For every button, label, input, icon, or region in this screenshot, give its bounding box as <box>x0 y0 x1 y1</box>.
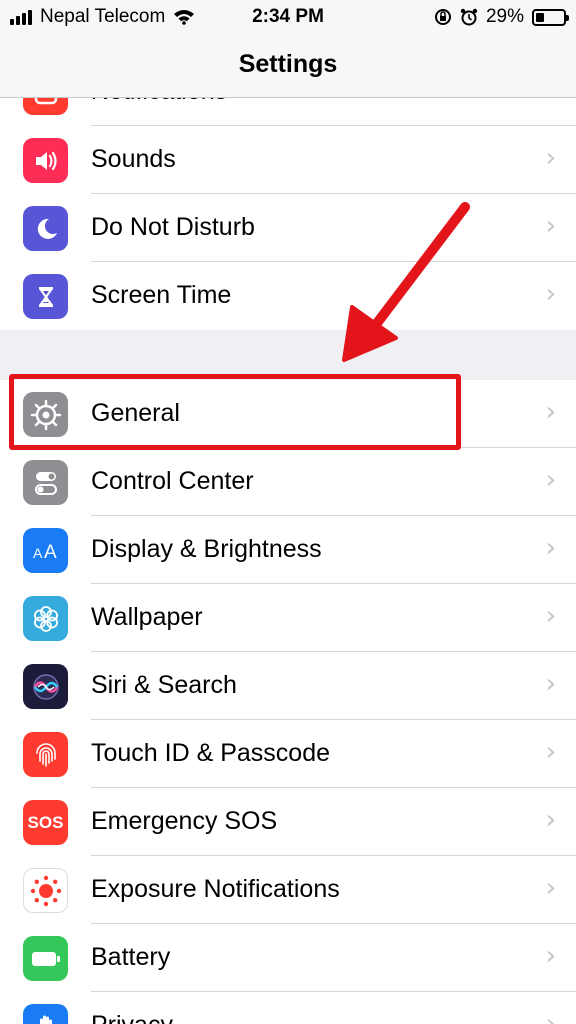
speaker-icon <box>23 138 68 183</box>
chevron-right-icon: › <box>545 211 556 241</box>
settings-row-siri-search[interactable]: Siri & Search › <box>0 652 576 720</box>
chevron-right-icon: › <box>545 397 556 427</box>
row-label: Control Center <box>91 467 254 495</box>
navigation-bar: Settings <box>0 34 576 98</box>
settings-row-do-not-disturb[interactable]: Do Not Disturb › <box>0 194 576 262</box>
settings-group-2: General › Control Center › A A Display &… <box>0 380 576 1024</box>
row-label: Touch ID & Passcode <box>91 739 331 767</box>
chevron-right-icon: › <box>545 465 556 495</box>
siri-icon <box>23 664 68 709</box>
row-label: Wallpaper <box>91 603 203 631</box>
chevron-right-icon: › <box>545 1009 556 1024</box>
row-label: Siri & Search <box>91 671 237 699</box>
settings-row-privacy[interactable]: Privacy › <box>0 992 576 1024</box>
sos-icon-text: SOS <box>27 812 64 832</box>
row-label: Battery <box>91 943 171 971</box>
chevron-right-icon: › <box>545 805 556 835</box>
general-highlight-box <box>9 374 461 450</box>
text-size-icon: A A <box>23 528 68 573</box>
carrier-name: Nepal Telecom <box>40 6 166 27</box>
row-label: Do Not Disturb <box>91 213 255 241</box>
row-label: Privacy <box>91 1011 173 1024</box>
status-left: Nepal Telecom <box>10 6 195 28</box>
row-label: Display & Brightness <box>91 535 322 563</box>
settings-row-wallpaper[interactable]: Wallpaper › <box>0 584 576 652</box>
settings-row-battery[interactable]: Battery › <box>0 924 576 992</box>
chevron-right-icon: › <box>545 601 556 631</box>
chevron-right-icon: › <box>545 143 556 173</box>
toggles-icon <box>23 460 68 505</box>
battery-level-icon <box>532 8 569 26</box>
chevron-right-icon: › <box>545 941 556 971</box>
chevron-right-icon: › <box>545 737 556 767</box>
hand-icon <box>23 1004 68 1024</box>
orientation-lock-icon <box>434 9 451 25</box>
status-bar: Nepal Telecom 2:34 PM 29% <box>0 0 576 34</box>
sos-icon: SOS <box>23 800 68 845</box>
settings-row-screen-time[interactable]: Screen Time › <box>0 262 576 330</box>
chevron-right-icon: › <box>545 279 556 309</box>
page-title: Settings <box>238 50 338 78</box>
flower-icon <box>23 596 68 641</box>
row-label: Exposure Notifications <box>91 875 340 903</box>
settings-row-sounds[interactable]: Sounds › <box>0 126 576 194</box>
battery-level-fill <box>536 12 544 22</box>
signal-bars-icon <box>10 9 32 25</box>
settings-group-1: Notifications › Sounds › Do Not Disturb … <box>0 58 576 330</box>
chevron-right-icon: › <box>545 873 556 903</box>
row-label: Sounds <box>91 145 176 173</box>
red-arrow-icon <box>342 202 470 362</box>
battery-icon <box>23 936 68 981</box>
chevron-right-icon: › <box>545 533 556 563</box>
settings-row-exposure-notifications[interactable]: Exposure Notifications › <box>0 856 576 924</box>
chevron-right-icon: › <box>545 669 556 699</box>
hourglass-icon <box>23 274 68 319</box>
battery-percentage: 29% <box>485 6 524 27</box>
alarm-icon <box>460 8 478 26</box>
exposure-icon <box>23 868 68 913</box>
fingerprint-icon <box>23 732 68 777</box>
row-label: Emergency SOS <box>91 807 278 835</box>
status-right: 29% <box>434 6 569 28</box>
settings-row-control-center[interactable]: Control Center › <box>0 448 576 516</box>
wifi-icon <box>174 10 195 25</box>
svg-text:A: A <box>33 545 43 561</box>
row-label: Screen Time <box>91 281 232 309</box>
moon-icon <box>23 206 68 251</box>
settings-row-emergency-sos[interactable]: SOS Emergency SOS › <box>0 788 576 856</box>
svg-text:A: A <box>44 542 57 563</box>
settings-row-display-brightness[interactable]: A A Display & Brightness › <box>0 516 576 584</box>
settings-row-touch-id-passcode[interactable]: Touch ID & Passcode › <box>0 720 576 788</box>
